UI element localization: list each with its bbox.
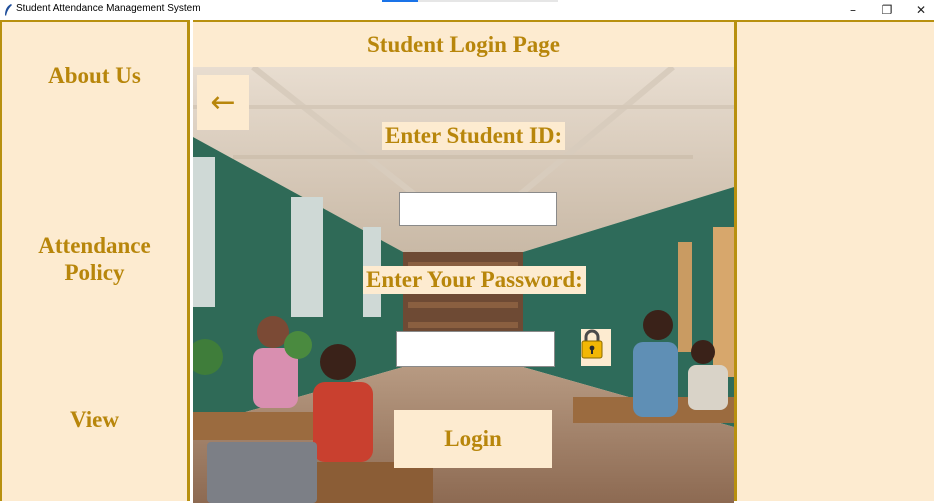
restore-button[interactable]: ❐ bbox=[870, 0, 904, 20]
password-field[interactable] bbox=[396, 331, 555, 367]
close-button[interactable]: ✕ bbox=[904, 0, 934, 20]
sidebar: About Us Attendance Policy View bbox=[0, 20, 190, 501]
login-button[interactable]: Login bbox=[394, 410, 552, 468]
tab-indicator bbox=[382, 0, 558, 2]
sidebar-item-attendance-policy[interactable]: Attendance Policy bbox=[2, 232, 187, 286]
feather-icon bbox=[5, 4, 12, 16]
page-title: Student Login Page bbox=[367, 32, 560, 57]
student-id-label: Enter Student ID: bbox=[382, 122, 566, 150]
sidebar-item-about-us[interactable]: About Us bbox=[2, 62, 187, 89]
sidebar-item-label: Attendance Policy bbox=[38, 233, 151, 285]
back-arrow-icon: ← bbox=[210, 85, 236, 120]
student-id-input[interactable] bbox=[400, 193, 556, 225]
show-password-toggle[interactable] bbox=[581, 329, 611, 366]
back-button[interactable]: ← bbox=[197, 75, 249, 130]
sidebar-item-view[interactable]: View bbox=[2, 406, 187, 433]
right-panel bbox=[737, 20, 934, 501]
title-bar: Student Attendance Management System – ❐… bbox=[0, 0, 934, 20]
main-panel: Student Login Page ← Enter Student ID: E… bbox=[193, 20, 737, 503]
password-label: Enter Your Password: bbox=[363, 266, 586, 294]
lock-icon bbox=[581, 329, 603, 359]
minimize-button[interactable]: – bbox=[836, 0, 870, 20]
password-input[interactable] bbox=[397, 332, 554, 366]
window-title: Student Attendance Management System bbox=[16, 3, 201, 14]
student-id-field[interactable] bbox=[399, 192, 557, 226]
library-background-image: ← Enter Student ID: Enter Your Password:… bbox=[193, 67, 734, 503]
